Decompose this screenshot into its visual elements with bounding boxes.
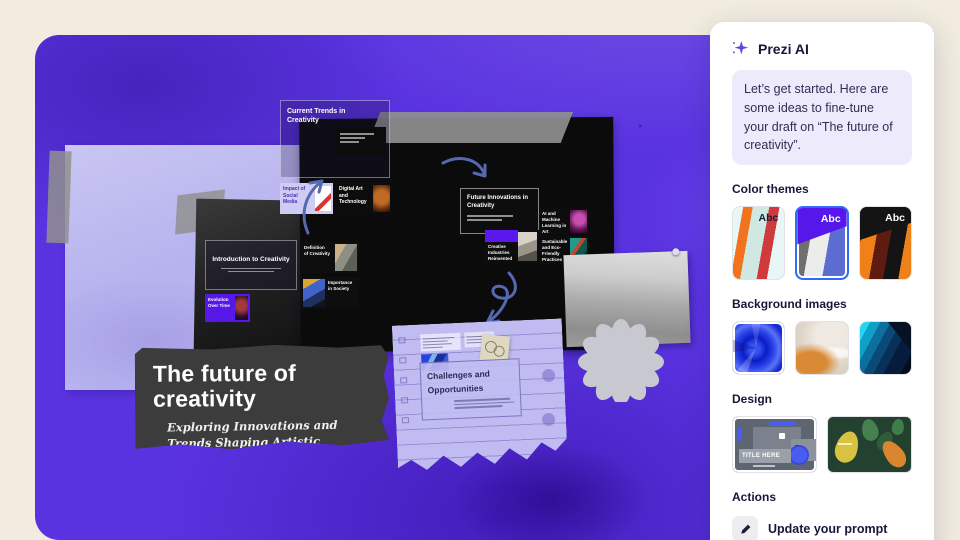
design-text-placeholder bbox=[838, 443, 852, 445]
collage-accent bbox=[737, 427, 742, 441]
background-option-blue-flower-selected[interactable] bbox=[732, 321, 785, 375]
card-importance-in-society[interactable]: Importance in Society bbox=[301, 277, 359, 309]
card-thumbnail bbox=[373, 185, 390, 212]
leaf-shape bbox=[891, 418, 906, 436]
card-creative-industries[interactable]: Creative Industries Reinvented bbox=[485, 230, 539, 263]
design-title-placeholder: TITLE HERE bbox=[742, 453, 780, 459]
slide-introduction[interactable]: Introduction to Creativity bbox=[205, 240, 297, 290]
presentation-title: The future of creativity bbox=[135, 345, 333, 413]
design-option-collage-selected[interactable]: TITLE HERE bbox=[732, 416, 817, 473]
card-header bbox=[485, 230, 518, 242]
notepad-mini-card bbox=[420, 333, 461, 352]
background-option-beige-abstract[interactable] bbox=[795, 321, 848, 375]
placeholder-text-lines bbox=[454, 398, 514, 409]
flower-cutout-shape bbox=[573, 318, 669, 402]
card-thumbnail bbox=[570, 210, 587, 233]
presentation-subtitle: Exploring Innovations and Trends Shaping… bbox=[167, 417, 368, 467]
card-thumbnail bbox=[235, 296, 248, 320]
panel-header: Prezi AI bbox=[732, 40, 912, 57]
slide-title: Introduction to Creativity bbox=[212, 256, 289, 263]
prezi-ai-panel: Prezi AI Let’s get started. Here are som… bbox=[710, 22, 934, 540]
actions-label: Actions bbox=[732, 490, 912, 504]
slide-title: Challenges and Opportunities bbox=[427, 367, 514, 398]
collage-flower-shape bbox=[791, 447, 807, 463]
card-definition-of-creativity[interactable]: Definition of Creativity bbox=[301, 242, 359, 273]
slide-group-current-trends[interactable]: Current Trends in Creativity Impact of S… bbox=[280, 100, 392, 215]
slide-group-introduction[interactable]: Introduction to Creativity Evolution Ove… bbox=[205, 240, 390, 352]
pin-icon bbox=[672, 248, 679, 255]
slide-title: Current Trends in Creativity bbox=[281, 101, 349, 126]
card-thumbnail bbox=[303, 279, 325, 307]
notepad-dot bbox=[542, 369, 556, 383]
design-row: TITLE HERE bbox=[732, 416, 912, 473]
card-thumbnail bbox=[335, 244, 357, 271]
background-option-dark-geometric[interactable] bbox=[859, 321, 912, 375]
leaf-shape bbox=[832, 428, 863, 465]
design-label: Design bbox=[732, 392, 912, 406]
notepad-dot bbox=[542, 413, 556, 427]
collage-block bbox=[779, 433, 785, 439]
main-title-block[interactable]: The future of creativity Exploring Innov… bbox=[135, 344, 390, 450]
background-images-row bbox=[732, 321, 912, 375]
design-subtitle-placeholder bbox=[753, 465, 775, 467]
background-images-label: Background images bbox=[732, 297, 912, 311]
slide-challenges-notepad[interactable]: Challenges and Opportunities bbox=[392, 318, 568, 475]
update-prompt-label: Update your prompt bbox=[768, 522, 887, 536]
slide-current-trends[interactable]: Current Trends in Creativity bbox=[280, 100, 390, 178]
slide-challenges[interactable]: Challenges and Opportunities bbox=[419, 358, 521, 420]
notepad-margin-icons bbox=[398, 337, 411, 457]
update-prompt-action[interactable]: Update your prompt bbox=[732, 516, 912, 540]
tape-strip-left bbox=[46, 151, 71, 244]
theme-option-dark[interactable]: Abc bbox=[859, 206, 912, 280]
slide-future-innovations[interactable]: Future Innovations in Creativity bbox=[460, 188, 539, 234]
card-digital-art-technology[interactable]: Digital Art and Technology bbox=[336, 183, 392, 214]
card-ai-machine-learning[interactable]: AI and Machine Learning in Art bbox=[539, 208, 589, 235]
ai-message-bubble: Let’s get started. Here are some ideas t… bbox=[732, 70, 912, 165]
prezi-editor: Current Trends in Creativity Impact of S… bbox=[0, 0, 960, 540]
slide-text-box bbox=[336, 127, 386, 155]
design-option-leaves[interactable] bbox=[827, 416, 912, 473]
color-themes-row: Abc Abc Abc bbox=[732, 206, 912, 280]
tape-strip-board bbox=[368, 112, 573, 143]
notepad-dot bbox=[540, 453, 554, 467]
sparkle-icon bbox=[732, 40, 749, 57]
theme-option-purple-selected[interactable]: Abc bbox=[795, 206, 848, 280]
theme-option-light[interactable]: Abc bbox=[732, 206, 785, 280]
card-evolution-over-time[interactable]: Evolution Over Time bbox=[205, 294, 250, 322]
pencil-icon bbox=[732, 516, 758, 540]
panel-title: Prezi AI bbox=[758, 41, 809, 57]
card-thumbnail bbox=[518, 232, 537, 261]
collage-accent bbox=[769, 421, 795, 426]
color-themes-label: Color themes bbox=[732, 182, 912, 196]
arrow-to-current-trends bbox=[298, 175, 330, 237]
arrow-to-future-innovations bbox=[440, 155, 492, 193]
